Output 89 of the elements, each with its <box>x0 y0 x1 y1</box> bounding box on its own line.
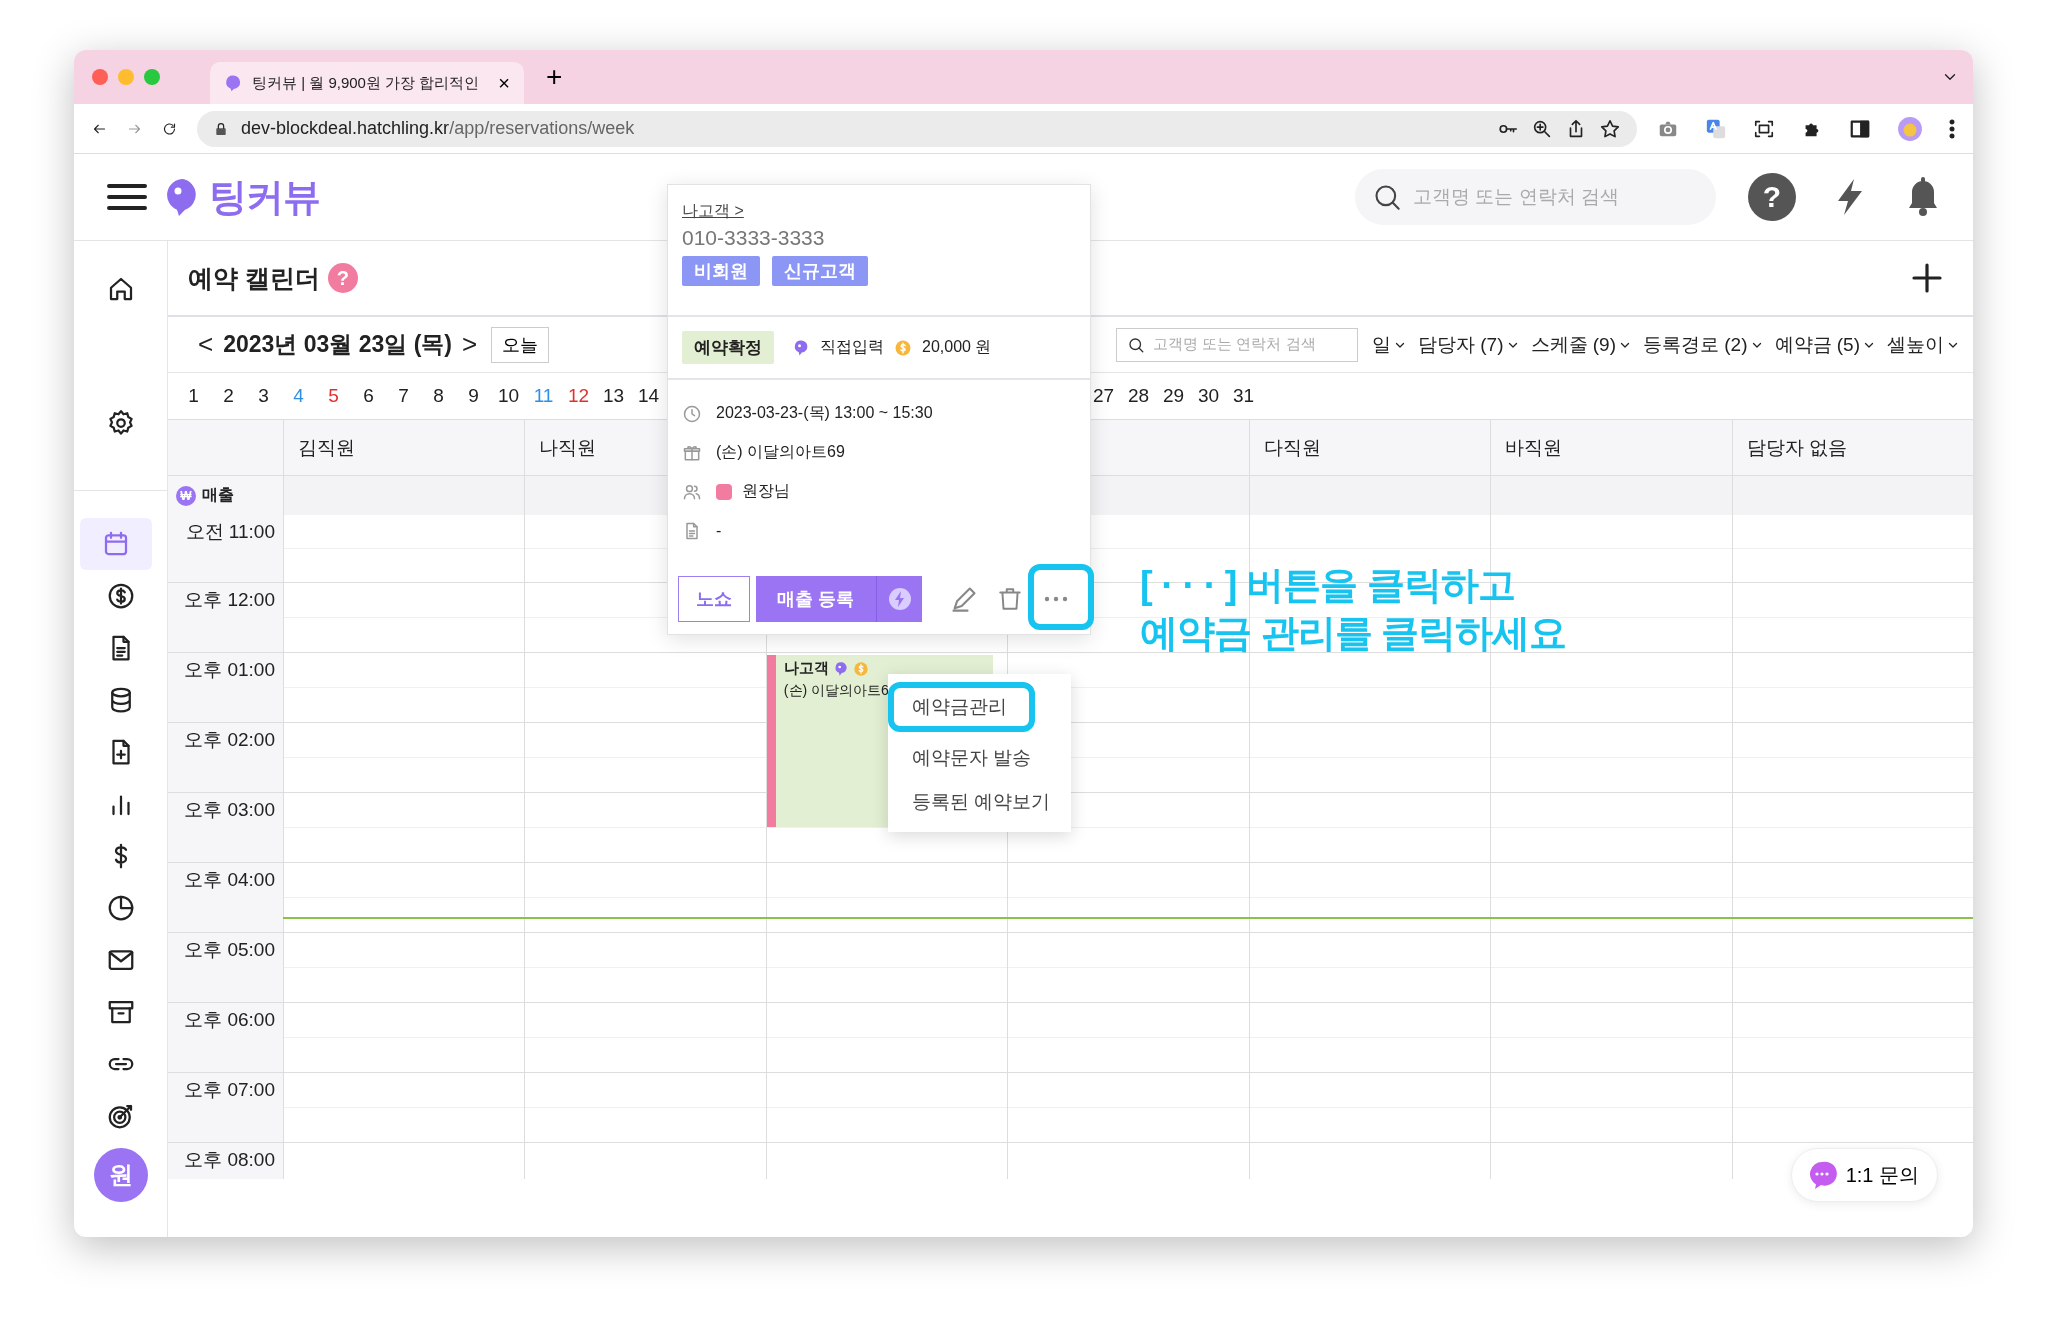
day-number[interactable]: 29 <box>1156 385 1191 407</box>
logo-text: 팅커뷰 <box>209 174 320 220</box>
time-label: 오후 05:00 <box>184 939 275 960</box>
help-button[interactable]: ? <box>1748 173 1796 221</box>
staff-name: 다직원 <box>1263 435 1321 460</box>
customer-tag: 신규고객 <box>772 256 868 286</box>
phone-number: 010-3333-3333 <box>682 226 826 250</box>
filter-dropdown[interactable]: 셀높이 <box>1881 331 1965 358</box>
staff-name: 바직원 <box>1505 435 1563 460</box>
speech-bubble-icon <box>224 73 242 93</box>
new-tab-button[interactable]: + <box>538 61 571 93</box>
day-number[interactable]: 14 <box>631 385 666 407</box>
customer-name: 나고객 <box>783 659 829 678</box>
menu-item[interactable]: 예약금관리 <box>888 682 1035 732</box>
day-number[interactable]: 27 <box>1086 385 1121 407</box>
instruction-text: [ · · · ] 버튼을 클릭하고 예약금 관리를 클릭하세요 <box>1140 563 1567 656</box>
quick-action-button[interactable] <box>876 576 922 622</box>
tab-title: 팅커뷰 | 월 9,900원 가장 합리적인 <box>252 73 481 93</box>
time-label: 오후 03:00 <box>184 799 275 820</box>
search-icon <box>1127 335 1145 354</box>
day-number[interactable]: 7 <box>386 385 421 407</box>
sales-label: 매출 <box>202 485 234 505</box>
pin-icon <box>792 338 810 357</box>
no-show-button[interactable]: 노쇼 <box>678 576 750 622</box>
close-tab-button[interactable]: × <box>498 71 510 95</box>
translate-icon[interactable] <box>1705 117 1727 140</box>
day-number[interactable]: 28 <box>1121 385 1156 407</box>
trash-icon <box>997 585 1023 613</box>
current-date: 2023년 03월 23일 (목) <box>223 330 452 359</box>
more-menu-icon[interactable] <box>1949 117 1955 140</box>
pin-icon <box>832 660 849 677</box>
more-dots-icon <box>1044 595 1068 603</box>
status-label: 예약확정 <box>682 331 774 364</box>
lightning-icon <box>887 587 912 611</box>
coin-icon <box>894 338 912 357</box>
time-label: 오후 07:00 <box>184 1079 275 1100</box>
filter-dropdown[interactable]: 일 <box>1366 331 1412 358</box>
plus-icon[interactable] <box>1911 262 1943 294</box>
day-number[interactable]: 5 <box>316 385 351 407</box>
today-button[interactable]: 오늘 <box>491 326 550 363</box>
pencil-icon <box>950 585 978 613</box>
time-label: 오후 08:00 <box>184 1149 275 1170</box>
day-number[interactable]: 31 <box>1226 385 1261 407</box>
day-number[interactable]: 12 <box>561 385 596 407</box>
day-number[interactable]: 2 <box>211 385 246 407</box>
day-number[interactable]: 30 <box>1191 385 1226 407</box>
detail-text: - <box>716 521 722 540</box>
customer-tag: 비회원 <box>682 256 760 286</box>
day-number[interactable]: 6 <box>351 385 386 407</box>
deposit-amount: 20,000 원 <box>922 337 992 357</box>
chat-button[interactable]: 1:1 문의 <box>1790 1148 1938 1202</box>
time-label: 오후 04:00 <box>184 869 275 890</box>
star-icon[interactable] <box>1599 117 1621 140</box>
day-number[interactable]: 1 <box>176 385 211 407</box>
search-icon <box>1373 183 1401 211</box>
previous-button[interactable]: < <box>192 329 220 360</box>
time-label: 오후 01:00 <box>184 659 275 680</box>
time-label: 오후 12:00 <box>184 589 275 610</box>
filter-dropdown[interactable]: 예약금 (5) <box>1768 331 1881 358</box>
staff-name: 담당자 없음 <box>1746 435 1847 460</box>
day-number[interactable]: 9 <box>456 385 491 407</box>
bell-icon[interactable] <box>1906 177 1940 217</box>
coin-icon <box>852 660 869 677</box>
url-text: dev-blockdeal.hatchling.kr/app/reservations/week <box>241 118 636 139</box>
filter-dropdown[interactable]: 담당자 (7) <box>1412 331 1525 358</box>
day-number[interactable]: 3 <box>246 385 281 407</box>
page-title: 예약 캘린더 <box>188 262 320 294</box>
staff-name: 김직원 <box>298 435 355 460</box>
next-button[interactable]: > <box>456 329 484 360</box>
time-label: 오후 06:00 <box>184 1009 275 1030</box>
menu-icon[interactable] <box>107 183 147 211</box>
day-number[interactable]: 10 <box>491 385 526 407</box>
detail-text: 원장님 <box>742 481 790 501</box>
day-number[interactable]: 8 <box>421 385 456 407</box>
customer-link[interactable]: 나고객 > <box>682 202 744 219</box>
staff-name: 나직원 <box>539 435 597 460</box>
day-number[interactable]: 13 <box>596 385 631 407</box>
detail-text: 2023-03-23-(목) 13:00 ~ 15:30 <box>716 403 933 423</box>
event-detail: (손) 이달의아트6 <box>783 682 889 700</box>
time-label: 오후 02:00 <box>184 729 275 750</box>
filter-dropdown[interactable]: 스케줄 (9) <box>1524 331 1637 358</box>
won-icon: ₩ <box>176 485 196 506</box>
source-text: 직접입력 <box>820 337 884 357</box>
detail-text: (손) 이달의아트69 <box>716 442 845 462</box>
time-label: 오전 11:00 <box>185 521 275 542</box>
address-bar[interactable]: dev-blockdeal.hatchling.kr/app/reservations/week <box>197 110 1637 147</box>
clock-icon <box>682 403 702 424</box>
browser-tab[interactable]: 팅커뷰 | 월 9,900원 가장 합리적인 × <box>210 62 524 104</box>
filter-dropdown[interactable]: 등록경로 (2) <box>1637 331 1769 358</box>
